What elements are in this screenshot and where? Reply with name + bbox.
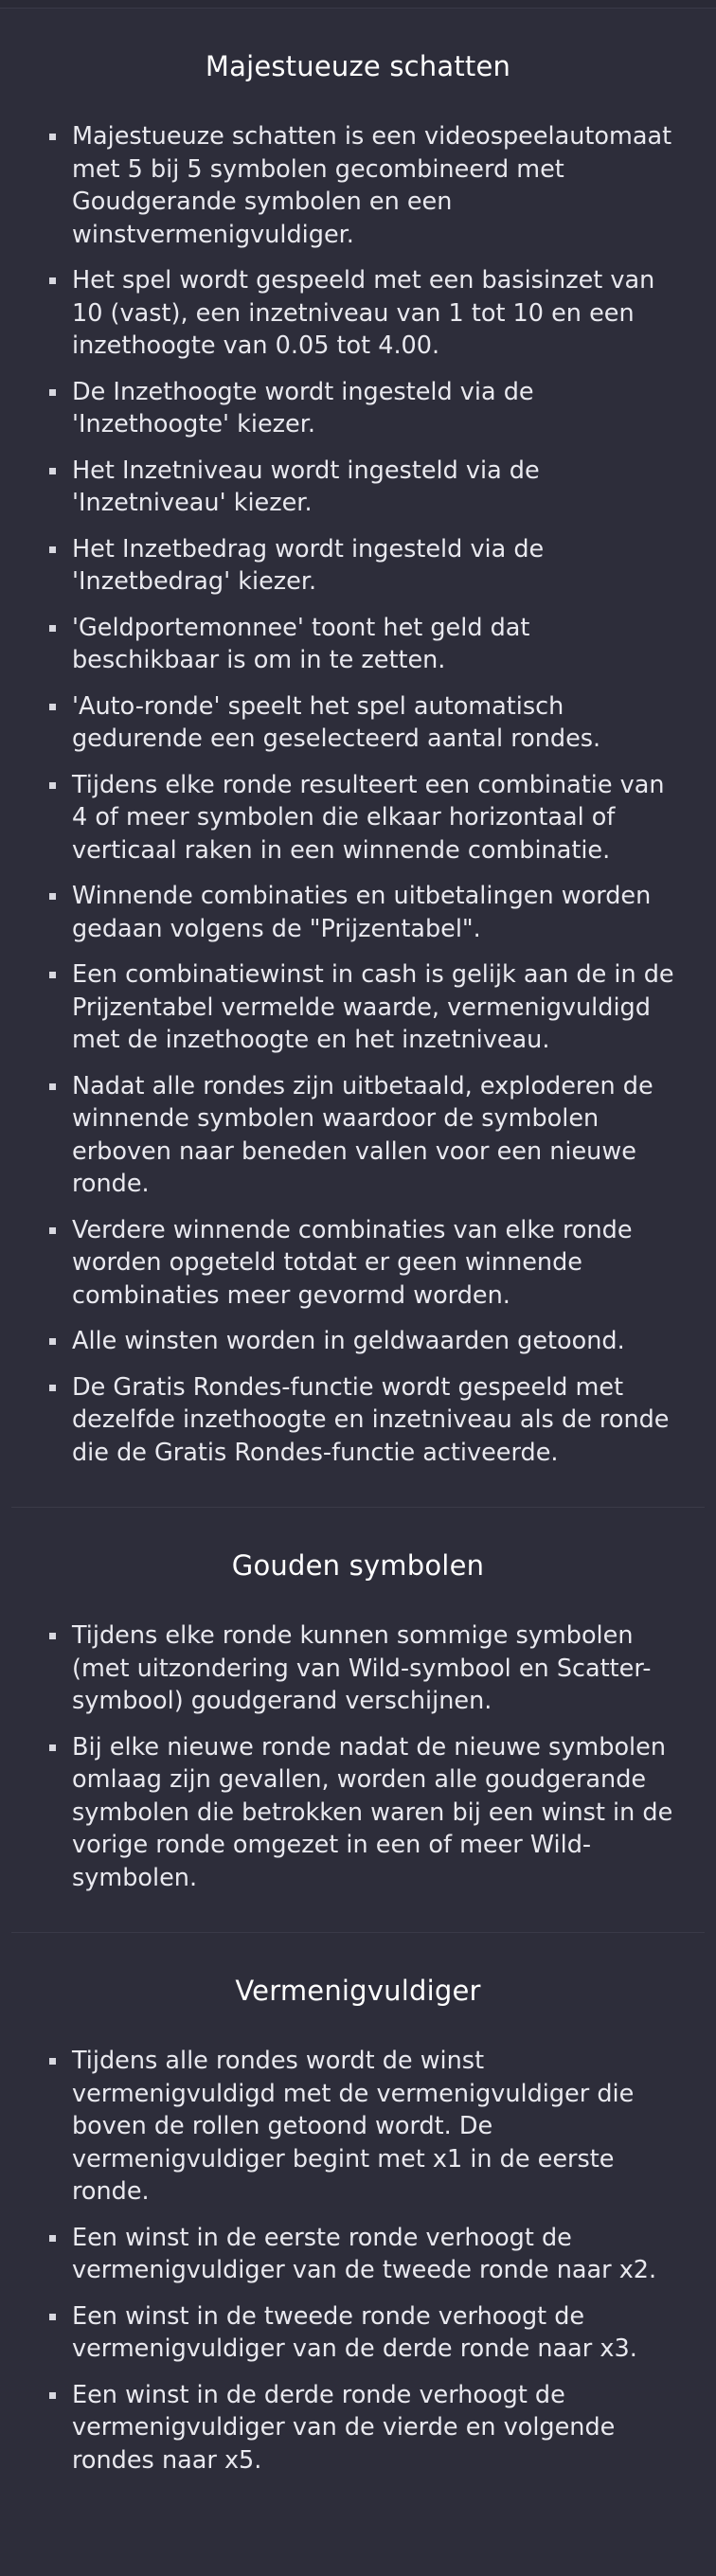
list-item-text: Winnende combinaties en uitbetalingen wo…: [72, 882, 652, 943]
square-bullet-icon: [49, 893, 56, 900]
list-item-text: Het Inzetniveau wordt ingesteld via de '…: [72, 456, 540, 518]
square-bullet-icon: [49, 624, 56, 632]
list-item: De Inzethoogte wordt ingesteld via de 'I…: [23, 376, 693, 441]
square-bullet-icon: [49, 2058, 56, 2065]
list-item: Een winst in de derde ronde verhoogt de …: [23, 2379, 693, 2478]
top-bar: [0, 0, 716, 9]
list-item-text: Nadat alle rondes zijn uitbetaald, explo…: [72, 1071, 653, 1199]
square-bullet-icon: [49, 277, 56, 284]
list-item: Het Inzetbedrag wordt ingesteld via de '…: [23, 533, 693, 599]
list-item-text: Tijdens elke ronde resulteert een combin…: [72, 770, 665, 865]
list-item-text: Verdere winnende combinaties van elke ro…: [72, 1215, 633, 1310]
square-bullet-icon: [49, 2234, 56, 2242]
square-bullet-icon: [49, 1744, 56, 1751]
list-item-text: De Inzethoogte wordt ingesteld via de 'I…: [72, 377, 534, 439]
section-title: Gouden symbolen: [231, 1549, 485, 1582]
list-item: Tijdens elke ronde resulteert een combin…: [23, 769, 693, 868]
square-bullet-icon: [49, 703, 56, 710]
list-item: Het Inzetniveau wordt ingesteld via de '…: [23, 455, 693, 520]
square-bullet-icon: [49, 2391, 56, 2399]
section-title: Vermenigvuldiger: [235, 1975, 481, 2007]
list-item: Een winst in de tweede ronde verhoogt de…: [23, 2300, 693, 2366]
list-item-text: Het spel wordt gespeeld met een basisinz…: [72, 266, 655, 360]
list-item: Verdere winnende combinaties van elke ro…: [23, 1214, 693, 1313]
list-item: Nadat alle rondes zijn uitbetaald, explo…: [23, 1070, 693, 1201]
square-bullet-icon: [49, 546, 56, 553]
list-item-text: 'Geldportemonnee' toont het geld dat bes…: [72, 613, 530, 675]
list-item: 'Geldportemonnee' toont het geld dat bes…: [23, 612, 693, 677]
list-item-text: Een winst in de eerste ronde verhoogt de…: [72, 2223, 657, 2285]
list-item-text: Tijdens alle rondes wordt de winst verme…: [72, 2047, 635, 2206]
list-item-text: Een winst in de tweede ronde verhoogt de…: [72, 2301, 637, 2364]
list-item: Tijdens alle rondes wordt de winst verme…: [23, 2045, 693, 2209]
square-bullet-icon: [49, 781, 56, 789]
list-item: 'Auto-ronde' speelt het spel automatisch…: [23, 690, 693, 756]
list-item: Een winst in de eerste ronde verhoogt de…: [23, 2222, 693, 2287]
section-vermenigvuldiger: Vermenigvuldiger Tijdens alle rondes wor…: [0, 1933, 716, 2477]
square-bullet-icon: [49, 1384, 56, 1391]
list-item-text: Bij elke nieuwe ronde nadat de nieuwe sy…: [72, 1732, 673, 1892]
list-item: Majestueuze schatten is een videospeelau…: [23, 120, 693, 251]
square-bullet-icon: [49, 1226, 56, 1234]
list-item: Alle winsten worden in geldwaarden getoo…: [23, 1325, 693, 1358]
square-bullet-icon: [49, 467, 56, 474]
section-majestueuze-schatten: Majestueuze schatten Majestueuze schatte…: [0, 9, 716, 1469]
list-item: Tijdens elke ronde kunnen sommige symbol…: [23, 1619, 693, 1718]
list-item: De Gratis Rondes-functie wordt gespeeld …: [23, 1371, 693, 1470]
list-item: Het spel wordt gespeeld met een basisinz…: [23, 264, 693, 363]
rules-list: Tijdens alle rondes wordt de winst verme…: [23, 2045, 693, 2477]
square-bullet-icon: [49, 134, 56, 140]
list-item-text: Tijdens elke ronde kunnen sommige symbol…: [72, 1621, 652, 1715]
list-item-text: Alle winsten worden in geldwaarden getoo…: [72, 1327, 625, 1355]
rules-page: Majestueuze schatten Majestueuze schatte…: [0, 0, 716, 2576]
rules-list: Tijdens elke ronde kunnen sommige symbol…: [23, 1619, 693, 1894]
square-bullet-icon: [49, 2313, 56, 2320]
square-bullet-icon: [49, 1338, 56, 1345]
square-bullet-icon: [49, 388, 56, 396]
list-item-text: Een winst in de derde ronde verhoogt de …: [72, 2380, 616, 2475]
list-item-text: Majestueuze schatten is een videospeelau…: [72, 122, 672, 249]
square-bullet-icon: [49, 1633, 56, 1639]
list-item-text: Het Inzetbedrag wordt ingesteld via de '…: [72, 534, 545, 597]
list-item: Bij elke nieuwe ronde nadat de nieuwe sy…: [23, 1731, 693, 1895]
list-item: Winnende combinaties en uitbetalingen wo…: [23, 880, 693, 945]
list-item-text: De Gratis Rondes-functie wordt gespeeld …: [72, 1372, 670, 1467]
square-bullet-icon: [49, 972, 56, 978]
list-item: Een combinatiewinst in cash is gelijk aa…: [23, 958, 693, 1057]
section-gouden-symbolen: Gouden symbolen Tijdens elke ronde kunne…: [0, 1508, 716, 1894]
list-item-text: Een combinatiewinst in cash is gelijk aa…: [72, 960, 674, 1054]
list-item-text: 'Auto-ronde' speelt het spel automatisch…: [72, 691, 601, 754]
section-title: Majestueuze schatten: [205, 50, 511, 82]
rules-list: Majestueuze schatten is een videospeelau…: [23, 120, 693, 1469]
square-bullet-icon: [49, 1082, 56, 1090]
